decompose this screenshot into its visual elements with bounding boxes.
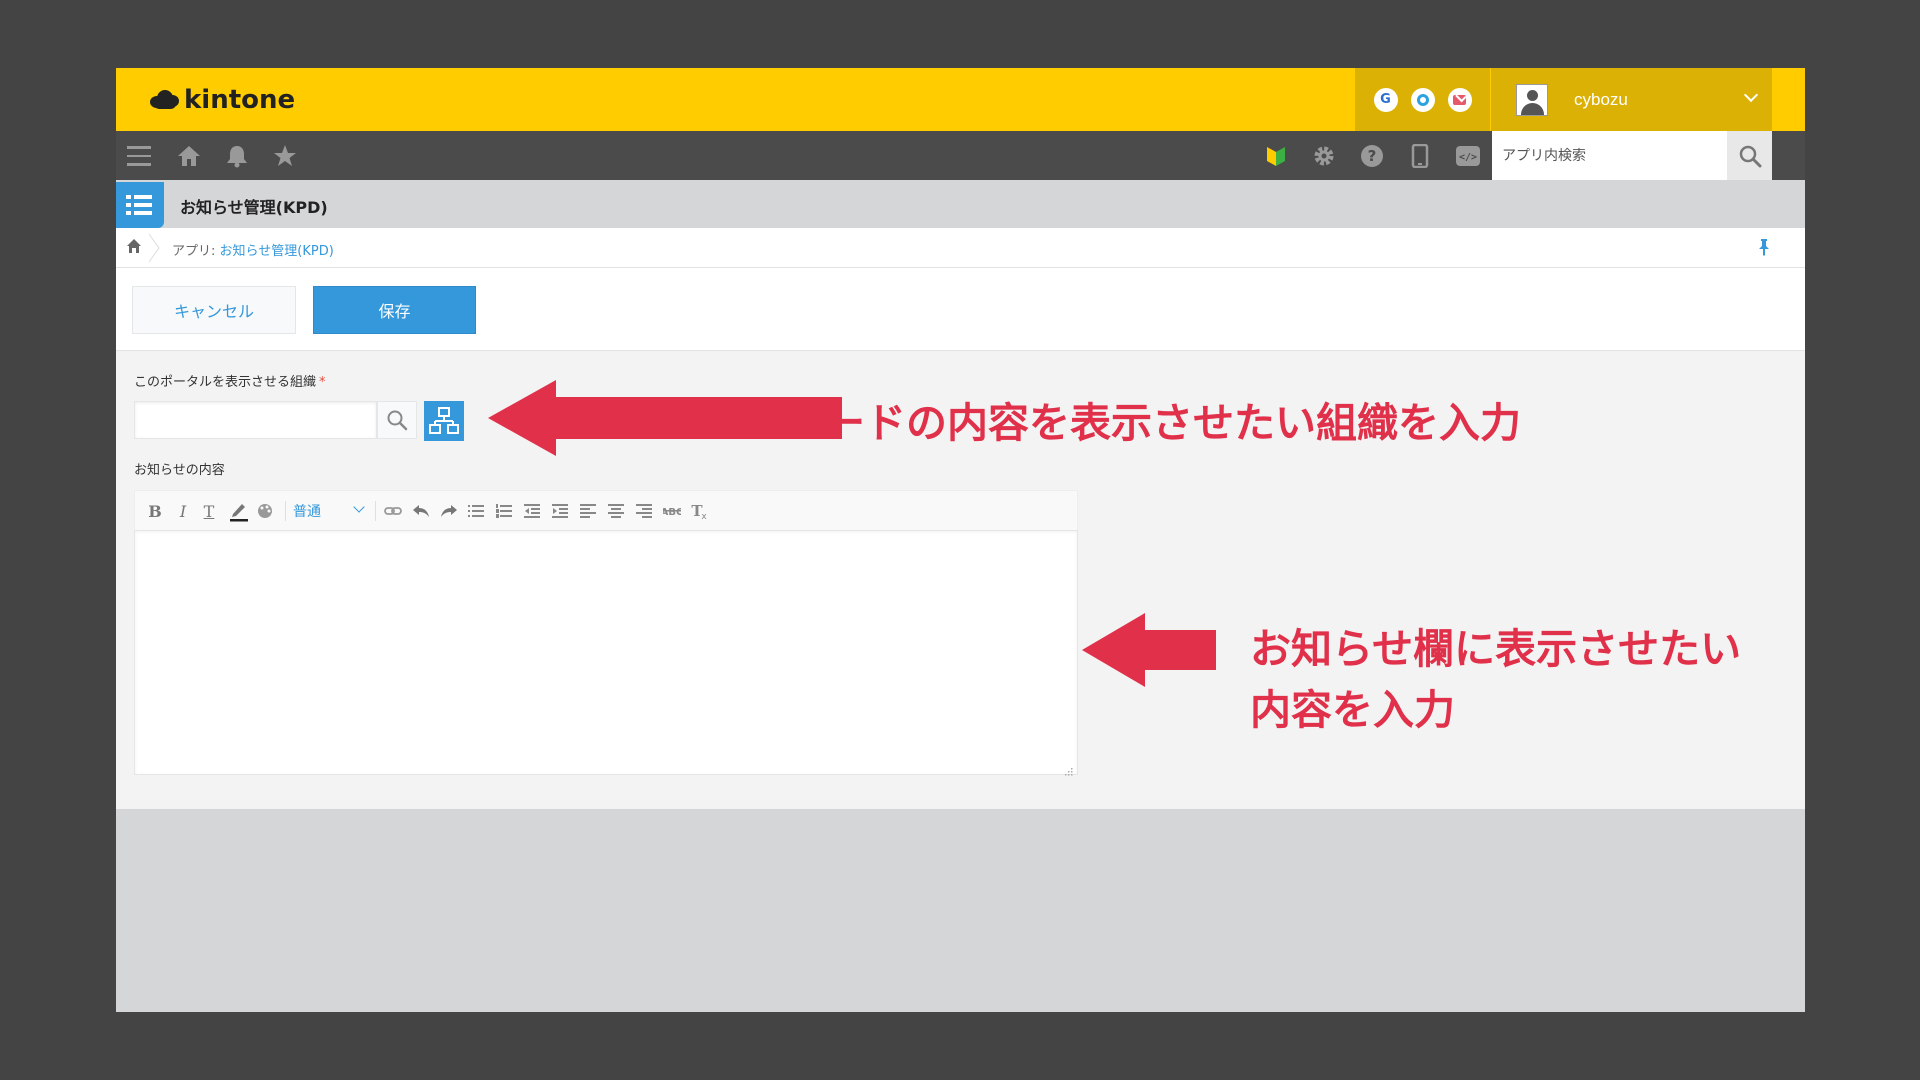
mobile-icon[interactable]	[1407, 143, 1433, 169]
chevron-down-icon[interactable]	[353, 501, 365, 513]
breadcrumb-prefix: アプリ:	[172, 244, 220, 259]
record-action-bar: キャンセル 保存	[116, 268, 1805, 351]
annotation-org-note: レコードの内容を表示させたい組織を入力	[742, 399, 1521, 447]
annotation-arrow-content	[1082, 613, 1216, 687]
content-field-label: お知らせの内容	[134, 463, 225, 478]
org-field-label-text: このポータルを表示させる組織	[134, 375, 317, 390]
link-icon[interactable]	[383, 501, 403, 521]
breadcrumb-separator	[147, 233, 161, 263]
beginner-mark-icon[interactable]	[1263, 143, 1289, 169]
breadcrumb-app-link[interactable]: お知らせ管理(KPD)	[220, 244, 334, 259]
breadcrumb-home-icon[interactable]	[126, 238, 144, 256]
app-search-input[interactable]	[1492, 131, 1727, 180]
svg-text:x: x	[701, 512, 707, 520]
search-icon	[387, 410, 408, 431]
global-header: kintone G cybozu	[116, 68, 1805, 131]
svg-text:</>: </>	[1459, 152, 1477, 163]
breadcrumb: アプリ: お知らせ管理(KPD)	[116, 228, 1805, 268]
strikethrough-icon[interactable]: ABC	[662, 501, 682, 521]
org-tree-button[interactable]	[424, 401, 464, 441]
numbered-list-icon[interactable]	[495, 501, 513, 521]
org-tree-icon	[429, 407, 459, 434]
undo-icon[interactable]	[411, 501, 431, 521]
notification-bell-icon[interactable]	[224, 143, 250, 169]
indent-icon[interactable]	[551, 501, 569, 521]
save-button[interactable]: 保存	[313, 286, 476, 334]
cancel-button[interactable]: キャンセル	[132, 286, 296, 334]
annotation-content-note-line2: 内容を入力	[1250, 686, 1455, 734]
username: cybozu	[1574, 89, 1628, 109]
align-right-icon[interactable]	[635, 501, 653, 521]
api-code-icon[interactable]: </>	[1455, 143, 1481, 169]
bullet-list-icon[interactable]	[467, 501, 485, 521]
org-select-input[interactable]	[134, 401, 377, 439]
app-title: お知らせ管理(KPD)	[180, 198, 328, 217]
align-center-icon[interactable]	[607, 501, 625, 521]
search-icon	[1739, 145, 1761, 167]
favorite-star-icon[interactable]	[272, 143, 298, 169]
rich-text-editor[interactable]	[134, 530, 1078, 775]
org-search-button[interactable]	[377, 401, 417, 439]
search-button[interactable]	[1727, 131, 1772, 180]
font-size-select[interactable]: 普通	[293, 501, 321, 521]
settings-gear-icon[interactable]	[1311, 143, 1337, 169]
breadcrumb-path: アプリ: お知らせ管理(KPD)	[172, 240, 334, 259]
global-toolbar: ? </>	[116, 131, 1805, 180]
svg-text:ABC: ABC	[663, 507, 681, 518]
service-links: G	[1355, 68, 1490, 131]
annotation-content-note-line1: お知らせ欄に表示させたい	[1250, 625, 1742, 673]
chevron-down-icon	[1743, 87, 1759, 103]
text-color-icon[interactable]	[228, 501, 250, 522]
italic-icon[interactable]: I	[175, 501, 191, 521]
app-search-box	[1492, 131, 1727, 180]
org-field-label: このポータルを表示させる組織 *	[134, 371, 326, 390]
clear-format-icon[interactable]: Tx	[689, 501, 709, 521]
logo-text: kintone	[184, 85, 296, 115]
cloud-logo-icon	[150, 90, 180, 110]
resize-handle-icon[interactable]	[1063, 761, 1073, 776]
app-list-icon[interactable]	[116, 182, 164, 228]
garoon-service-icon[interactable]	[1410, 87, 1435, 112]
align-left-icon[interactable]	[579, 501, 597, 521]
pin-icon[interactable]	[1757, 238, 1771, 256]
toolbar-separator	[285, 501, 286, 521]
google-service-icon[interactable]: G	[1373, 87, 1398, 112]
rich-text-toolbar: B I T 普通 ABC T x	[134, 490, 1078, 530]
svg-text:?: ?	[1368, 147, 1377, 165]
home-icon[interactable]	[176, 143, 202, 169]
outdent-icon[interactable]	[523, 501, 541, 521]
required-mark: *	[319, 375, 326, 390]
user-avatar-icon	[1516, 83, 1548, 116]
text-format-icon[interactable]: T	[201, 501, 217, 521]
menu-icon[interactable]	[126, 143, 152, 169]
background-color-icon[interactable]	[256, 501, 274, 521]
bold-icon[interactable]: B	[147, 501, 163, 521]
toolbar-separator	[375, 501, 376, 521]
kintone-logo[interactable]: kintone	[150, 84, 295, 116]
mail-service-icon[interactable]	[1447, 87, 1472, 112]
user-menu[interactable]: cybozu	[1491, 68, 1772, 131]
kintone-window: kintone G cybozu ? </> アプリ内検索 お知らせ管理(KPD…	[116, 68, 1805, 1012]
redo-icon[interactable]	[439, 501, 459, 521]
app-title-bar: お知らせ管理(KPD)	[116, 180, 1805, 228]
help-icon[interactable]: ?	[1359, 143, 1385, 169]
